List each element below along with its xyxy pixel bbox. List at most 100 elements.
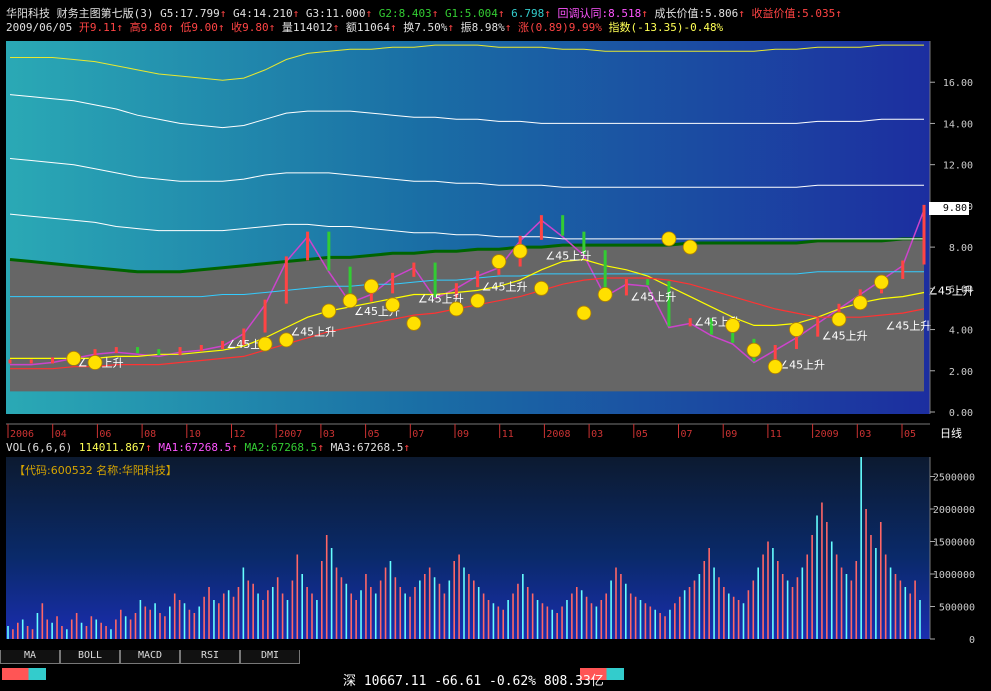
date-tick-label: 2009: [815, 429, 839, 440]
date-tick-label: 07: [681, 429, 693, 440]
tab-boll[interactable]: BOLL: [60, 650, 120, 664]
close-value: 收9.80: [231, 21, 269, 34]
annotation-45: ∠45上升: [885, 319, 931, 332]
smiley-marker: [874, 274, 889, 290]
status-bar: 深 10667.11 -66.61 -0.62% 808.33亿: [0, 664, 991, 691]
smiley-marker: [725, 318, 741, 333]
vol-tick-label: 1000000: [933, 570, 975, 581]
candle-mark: [199, 345, 203, 352]
open-value: 开9.11: [78, 21, 117, 34]
candle-mark: [412, 262, 416, 277]
date-tick-label: 09: [457, 429, 469, 440]
smiley-marker: [66, 351, 82, 366]
smiley-marker: [406, 315, 422, 331]
change-value: 涨(0.89)9.99%: [517, 21, 602, 34]
candle-mark: [178, 347, 182, 356]
candle-mark: [624, 279, 628, 296]
smiley-marker: [278, 332, 294, 348]
smiley-marker: [576, 305, 592, 321]
price-tick-label: 8.00: [949, 243, 973, 254]
g1-value: G1:5.004: [444, 7, 498, 20]
vol-value: 114011.867: [78, 441, 146, 454]
date-tick-label: 07: [412, 429, 424, 440]
candle-mark: [901, 260, 905, 279]
price-tick-label: 12.00: [943, 161, 973, 172]
volume-header: VOL(6,6,6) 114011.867↑ MA1:67268.5↑ MA2:…: [6, 441, 411, 454]
pullback-value: 回调认同:8.518: [557, 7, 642, 20]
candle-mark: [476, 270, 480, 288]
annotation-45: ∠45上升: [545, 249, 591, 262]
smiley-marker: [831, 311, 847, 327]
g4-value: G4:14.210: [232, 7, 293, 20]
annotation-45: ∠45上升: [630, 291, 676, 304]
candle-mark: [646, 279, 650, 286]
date-tick-label: 2006: [10, 429, 34, 440]
price-tick-label: 16.00: [943, 78, 973, 89]
candle-mark: [263, 299, 267, 333]
smiley-marker: [512, 243, 528, 259]
smiley-marker: [491, 254, 507, 269]
tab-ma[interactable]: MA: [0, 650, 60, 664]
amplitude-value: 振8.98%: [460, 21, 505, 34]
vol-title: VOL(6,6,6): [6, 441, 73, 454]
smiley-marker: [533, 280, 549, 296]
smiley-marker: [363, 278, 379, 294]
price-tick-label: 14.00: [943, 119, 973, 130]
date-tick-label: 04: [55, 429, 67, 440]
candle-mark: [157, 349, 161, 356]
index-value: 指数(-13.35)-0.48%: [608, 21, 724, 34]
smiley-marker: [448, 301, 464, 317]
date-tick-label: 10: [189, 429, 201, 440]
date-tick-label: 05: [636, 429, 648, 440]
candle-mark: [327, 231, 331, 271]
smiley-marker: [661, 231, 677, 247]
income-value: 收益价值:5.035: [751, 7, 836, 20]
high-value: 高9.80: [129, 21, 168, 34]
price-tick-label: 0.00: [949, 408, 973, 419]
ma1-value: MA1:67268.5: [158, 441, 232, 454]
smiley-marker: [597, 287, 613, 302]
date-tick-label: 03: [859, 429, 871, 440]
date-tick-label: 11: [502, 429, 514, 440]
candle-mark: [667, 281, 671, 327]
smiley-marker: [470, 293, 486, 309]
candle-mark: [221, 340, 225, 350]
candle-mark: [773, 345, 777, 362]
period-label[interactable]: 日线: [940, 425, 962, 441]
date-tick-label: 06: [99, 429, 111, 440]
candle-mark: [816, 318, 820, 337]
candle-mark: [306, 231, 310, 261]
candle-mark: [922, 204, 926, 265]
stock-name: 华阳科技: [6, 7, 50, 20]
tab-rsi[interactable]: RSI: [180, 650, 240, 664]
vol-tick-label: 500000: [939, 603, 975, 614]
date-tick-label: 11: [770, 429, 782, 440]
date-tick-label: 2008: [546, 429, 570, 440]
annotation-45: ∠45上升: [482, 280, 528, 293]
candle-mark: [284, 256, 288, 304]
g0-value: 6.798: [511, 7, 545, 20]
low-value: 低9.00: [180, 21, 218, 34]
smiley-marker: [385, 297, 401, 313]
smiley-marker: [789, 322, 804, 337]
vol-tick-label: 2000000: [933, 505, 975, 516]
indicator-title: 财务主图第七版(3): [56, 7, 154, 20]
smiley-marker: [87, 355, 103, 370]
turnover-value: 换7.50%: [403, 21, 448, 34]
g2-value: G2:8.403: [378, 7, 432, 20]
date-tick-label: 12: [234, 429, 246, 440]
annotation-45: ∠45上升: [822, 330, 868, 343]
index-status: 深 10667.11 -66.61 -0.62% 808.33亿: [343, 674, 604, 689]
candle-mark: [8, 359, 12, 364]
date-tick-label: 03: [591, 429, 603, 440]
date-tick-label: 03: [323, 429, 335, 440]
tab-dmi[interactable]: DMI: [240, 650, 300, 664]
date-tick-label: 2007: [278, 429, 302, 440]
smiley-marker: [746, 342, 762, 358]
smiley-marker: [257, 336, 273, 352]
candle-mark: [29, 359, 33, 364]
stock-chart: ∠45上升∠45上升∠45上升∠45上升∠45上升∠45上升∠45上升∠45上升…: [6, 41, 975, 646]
tab-macd[interactable]: MACD: [120, 650, 180, 664]
price-tick-label: 2.00: [949, 367, 973, 378]
smiley-marker: [852, 295, 868, 311]
